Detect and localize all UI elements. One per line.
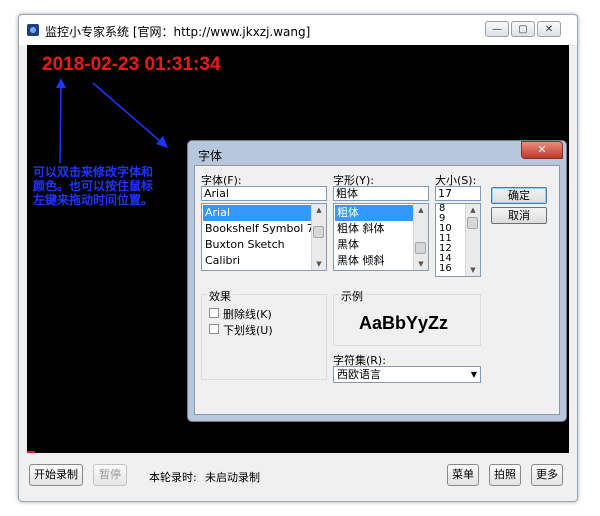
underline-label: 下划线(U): [223, 324, 273, 337]
snapshot-button[interactable]: 拍照: [489, 464, 521, 486]
size-list-item[interactable]: 10: [437, 224, 452, 234]
close-button[interactable]: ✕: [537, 21, 561, 37]
scroll-thumb[interactable]: [467, 217, 478, 229]
arrow-down-right: [92, 82, 162, 143]
camera-app-icon: [27, 24, 39, 36]
sample-label: 示例: [339, 288, 365, 304]
start-record-button[interactable]: 开始录制: [29, 464, 83, 486]
font-list-item[interactable]: Buxton Sketch: [203, 237, 313, 253]
style-list-item[interactable]: 黑体: [335, 237, 415, 253]
title-bar[interactable]: 监控小专家系统 [官网：http://www.jkxzj.wang] — ▢ ✕: [19, 15, 577, 45]
font-style-input[interactable]: 粗体: [333, 186, 429, 201]
size-list-item[interactable]: 16: [437, 264, 452, 274]
font-style-list[interactable]: 粗体 粗体 斜体 黑体 黑体 倾斜 ▲ ▼: [333, 203, 429, 271]
video-preview-area[interactable]: 2018-02-23 01:31:34 可以双击来修改字体和颜色。也可以按住鼠标…: [27, 45, 569, 453]
font-dialog-title: 字体: [198, 149, 223, 163]
size-list-item[interactable]: 9: [437, 214, 445, 224]
scroll-up-icon[interactable]: ▲: [466, 204, 480, 216]
size-list-item[interactable]: 8: [437, 204, 445, 214]
font-dialog-body: 字体(F): Arial Arial Bookshelf Symbol 7 Bu…: [194, 165, 560, 415]
window-title: 监控小专家系统 [官网：http://www.jkxzj.wang]: [45, 25, 311, 39]
size-list-item[interactable]: 11: [437, 234, 452, 244]
size-list-item[interactable]: 14: [437, 254, 452, 264]
underline-checkbox[interactable]: [209, 324, 219, 334]
font-list-item[interactable]: Arial: [203, 205, 313, 221]
record-duration-value: 未启动录制: [205, 471, 260, 484]
cancel-button[interactable]: 取消: [491, 207, 547, 224]
minimize-button[interactable]: —: [485, 21, 509, 37]
font-size-list[interactable]: 8 9 10 11 12 14 16 ▲ ▼: [435, 203, 481, 277]
charset-value: 西欧语言: [337, 368, 381, 381]
font-list-item[interactable]: Calibri: [203, 253, 313, 269]
font-dialog: 字体 ✕ 字体(F): Arial Arial Bookshelf Symbol…: [187, 140, 567, 422]
font-size-input[interactable]: 17: [435, 186, 481, 201]
menu-button[interactable]: 菜单: [447, 464, 479, 486]
record-duration-label: 本轮录时:: [149, 471, 197, 484]
style-list-item[interactable]: 黑体 倾斜: [335, 253, 415, 269]
scroll-up-icon[interactable]: ▲: [414, 204, 428, 216]
style-list-scrollbar[interactable]: ▲ ▼: [413, 204, 428, 270]
arrow-up-head: [56, 78, 66, 88]
ok-button[interactable]: 确定: [491, 187, 547, 204]
scroll-up-icon[interactable]: ▲: [312, 204, 326, 216]
strikeout-label: 删除线(K): [223, 308, 272, 321]
font-name-input[interactable]: Arial: [201, 186, 327, 201]
charset-select[interactable]: 西欧语言 ▼: [333, 366, 481, 383]
size-list-scrollbar[interactable]: ▲ ▼: [465, 204, 480, 276]
scroll-thumb[interactable]: [313, 226, 324, 238]
style-list-item[interactable]: 粗体 斜体: [335, 221, 415, 237]
dialog-close-button[interactable]: ✕: [521, 141, 563, 159]
font-list-scrollbar[interactable]: ▲ ▼: [311, 204, 326, 270]
size-list-item[interactable]: 12: [437, 244, 452, 254]
scroll-down-icon[interactable]: ▼: [414, 258, 428, 270]
arrow-up: [59, 84, 62, 164]
scroll-thumb[interactable]: [415, 242, 426, 254]
arrow-down-right-head: [156, 136, 168, 148]
pause-button[interactable]: 暂停: [93, 464, 127, 486]
scroll-down-icon[interactable]: ▼: [312, 258, 326, 270]
sample-preview: AaBbYyZz: [359, 313, 449, 333]
strikeout-checkbox[interactable]: [209, 308, 219, 318]
effects-label: 效果: [207, 288, 233, 304]
record-position-marker: [27, 451, 35, 453]
font-name-list[interactable]: Arial Bookshelf Symbol 7 Buxton Sketch C…: [201, 203, 327, 271]
main-window: 监控小专家系统 [官网：http://www.jkxzj.wang] — ▢ ✕…: [18, 14, 578, 502]
more-button[interactable]: 更多: [531, 464, 563, 486]
hint-text: 可以双击来修改字体和颜色。也可以按住鼠标左键来拖动时间位置。: [33, 165, 154, 207]
style-list-item[interactable]: 粗体: [335, 205, 415, 221]
font-list-item[interactable]: Bookshelf Symbol 7: [203, 221, 313, 237]
chevron-down-icon: ▼: [470, 370, 477, 379]
maximize-button[interactable]: ▢: [511, 21, 535, 37]
scroll-down-icon[interactable]: ▼: [466, 264, 480, 276]
